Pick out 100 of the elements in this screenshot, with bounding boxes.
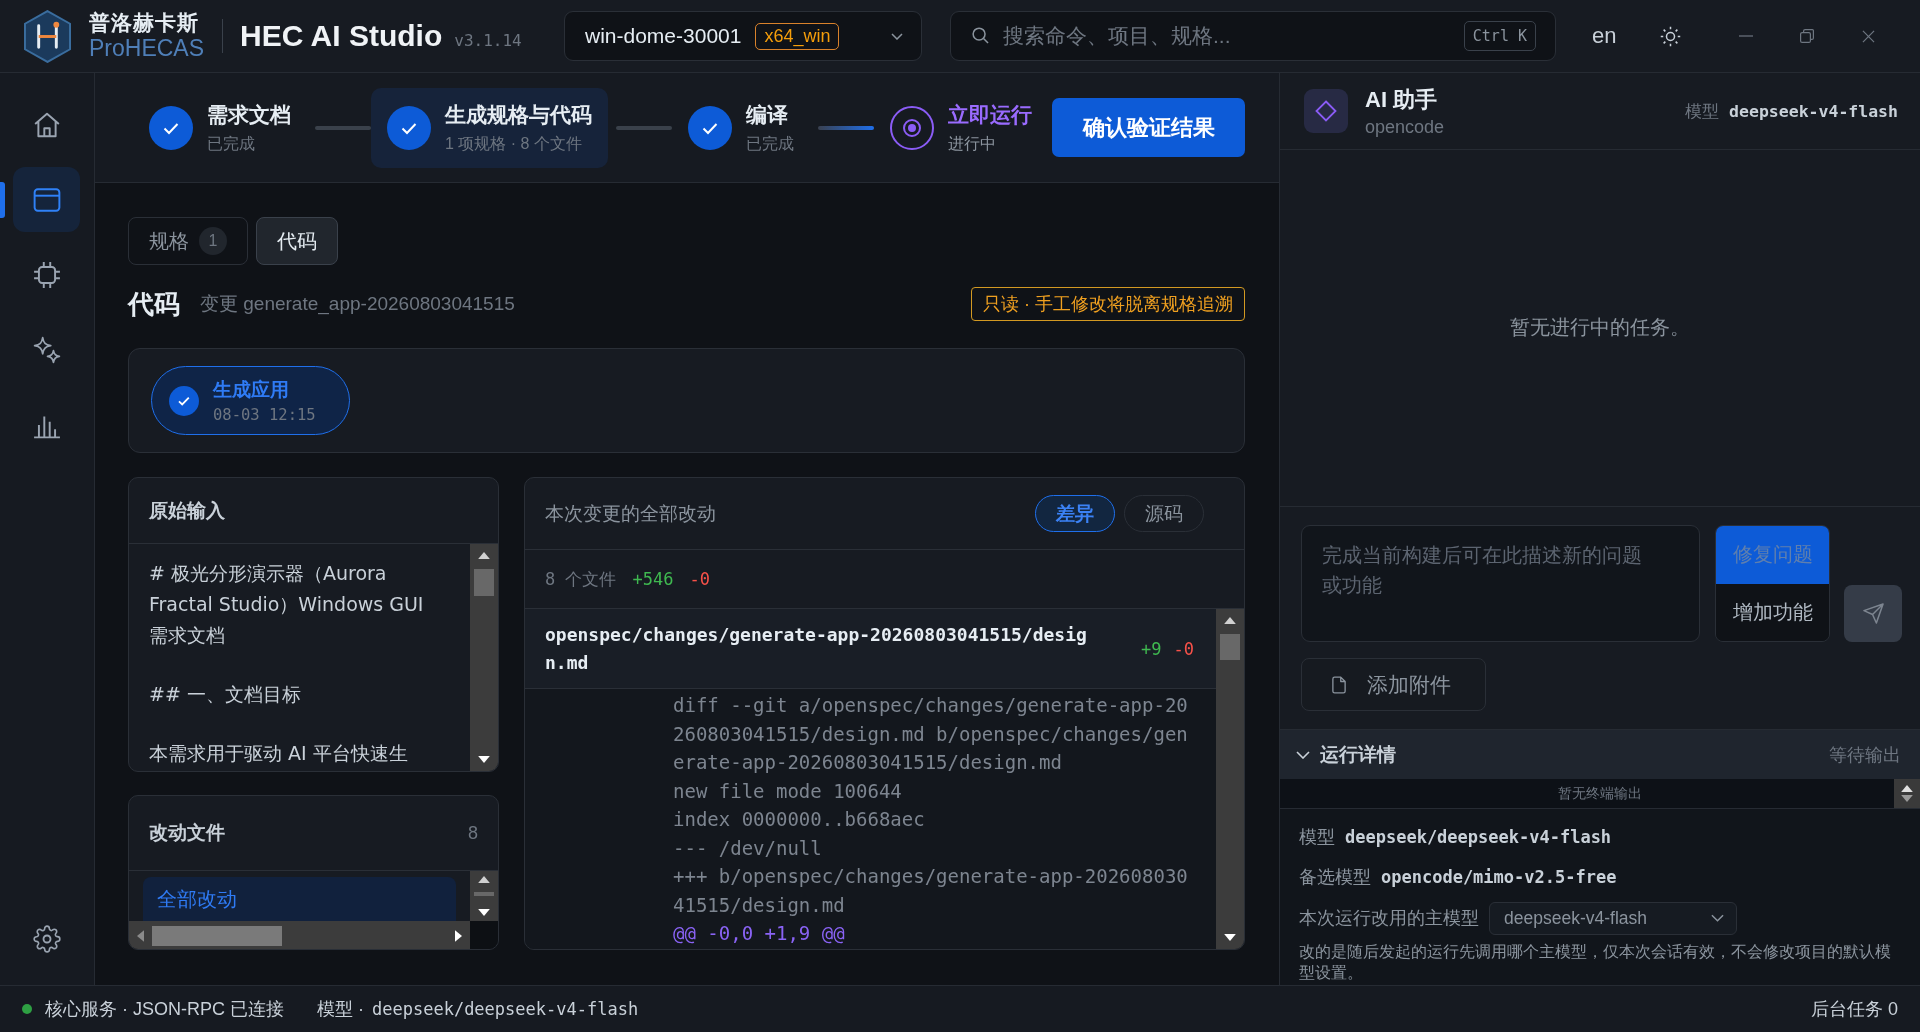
chevron-down-icon: [891, 32, 903, 40]
readonly-badge: 只读 · 手工修改将脱离规格追溯: [971, 287, 1245, 321]
input-text: # 极光分形演示器（Aurora Fractal Studio）Windows GUI 需求文档: [149, 561, 425, 648]
vertical-scrollbar[interactable]: [1894, 779, 1920, 808]
model-name: deepseek/deepseek-v4-flash: [372, 999, 639, 1019]
chevron-down-icon: [1711, 914, 1724, 922]
scrollbar-thumb[interactable]: [152, 925, 282, 946]
info-value: deepseek/deepseek-v4-flash: [1345, 826, 1612, 847]
input-text: ## 一、文档目标: [149, 682, 302, 707]
active-indicator: [0, 181, 5, 218]
search-icon: [972, 27, 989, 44]
terminal-output-field[interactable]: 暂无终端输出: [1280, 779, 1894, 808]
agent-name: opencode: [1365, 116, 1445, 138]
arrow-right-icon[interactable]: [455, 929, 462, 942]
shortcut-key: Ctrl K: [1463, 21, 1536, 51]
view-toggle[interactable]: 差异: [1035, 495, 1115, 532]
model-name: deepseek-v4-flash: [1729, 101, 1898, 121]
scrollbar-thumb[interactable]: [474, 892, 494, 896]
close-icon[interactable]: [1862, 29, 1876, 43]
sun-icon[interactable]: [1660, 25, 1682, 47]
removed-count: -0: [689, 569, 710, 589]
file-path: openspec/changes/generate-app-20260803041515/design.md: [545, 622, 1087, 675]
scrollbar-thumb[interactable]: [1220, 634, 1240, 660]
hint-text: 改的是随后发起的运行先调用哪个主模型，仅本次会话有效，不会修改项目的默认模型设置。: [1299, 942, 1892, 983]
arrow-up-icon[interactable]: [1901, 785, 1913, 792]
tab[interactable]: 规格 1: [128, 217, 248, 265]
sparkle-icon: [32, 335, 61, 364]
brand-name: 普洛赫卡斯: [89, 12, 200, 33]
arrow-down-icon[interactable]: [478, 909, 490, 916]
added-count: +9: [1141, 638, 1162, 659]
chip-icon: [32, 260, 61, 289]
input-text: 本需求用于驱动 AI 平台快速生: [149, 741, 409, 766]
file-count: 8 个文件: [545, 567, 617, 591]
arrow-down-icon[interactable]: [478, 756, 490, 763]
project-selector[interactable]: win-dome-30001 x64_win: [564, 11, 922, 61]
arrow-up-icon[interactable]: [1224, 617, 1236, 624]
arrow-left-icon[interactable]: [137, 929, 144, 942]
horizontal-scrollbar[interactable]: [129, 921, 470, 949]
scrollbar-thumb[interactable]: [474, 569, 494, 596]
vertical-scrollbar[interactable]: [470, 871, 498, 921]
step-item[interactable]: 需求文档 已完成: [133, 87, 307, 168]
confirm-button[interactable]: 确认验证结果: [1052, 98, 1245, 157]
step-status: 已完成: [746, 133, 794, 154]
project-name: win-dome-30001: [585, 24, 742, 48]
file-count: 8: [468, 822, 478, 844]
added-count: +546: [632, 569, 674, 589]
run-chip[interactable]: 生成应用 08-03 12:15: [151, 366, 350, 435]
details-title: 运行详情: [1320, 742, 1396, 767]
details-header[interactable]: 运行详情 等待输出: [1280, 729, 1920, 779]
model-label: 模型 ·: [317, 998, 364, 1021]
info-value: opencode/mimo-v2.5-free: [1381, 866, 1617, 887]
step-item[interactable]: 立即运行 进行中: [874, 87, 1048, 168]
step-title: 立即运行: [948, 101, 1032, 128]
file-list-item[interactable]: 全部改动: [143, 877, 456, 921]
diff-line: --- /dev/null: [673, 835, 823, 861]
panel-title: 原始输入: [149, 498, 225, 523]
vertical-scrollbar[interactable]: [470, 544, 498, 771]
model-select[interactable]: deepseek-v4-flash: [1489, 901, 1737, 935]
step-title: 需求文档: [207, 101, 291, 128]
arrow-up-icon[interactable]: [478, 552, 490, 559]
step-connector: [315, 125, 371, 130]
app-title: HEC AI Studio: [240, 19, 443, 53]
step-title: 生成规格与代码: [445, 101, 592, 128]
step-status: 1 项规格 · 8 个文件: [445, 133, 583, 154]
home-icon: [32, 110, 61, 139]
service-status: 核心服务 · JSON-RPC 已连接: [45, 998, 284, 1021]
hexagon-logo-icon: [24, 9, 71, 63]
attach-button[interactable]: 添加附件: [1301, 658, 1486, 711]
restore-icon[interactable]: [1800, 29, 1815, 43]
info-label: 本次运行改用的主模型: [1299, 907, 1479, 930]
model-label: 模型: [1685, 100, 1720, 123]
step-connector: [818, 125, 874, 130]
diff-line: new file mode 100644: [673, 778, 903, 804]
run-time: 08-03 12:15: [213, 406, 316, 424]
run-title: 生成应用: [213, 378, 289, 402]
tab[interactable]: 代码: [256, 217, 338, 265]
step-title: 编译: [746, 101, 789, 128]
vertical-scrollbar[interactable]: [1216, 609, 1244, 949]
diff-line: +++ b/openspec/changes/generate-app-20260803041515/design.md: [673, 864, 1188, 918]
empty-state-text: 暂无进行中的任务。: [1510, 314, 1690, 340]
settings-icon: [32, 924, 61, 953]
count-badge: 1: [199, 227, 227, 255]
arrow-up-icon[interactable]: [478, 876, 490, 883]
brand-subtitle: ProHECAS: [89, 37, 205, 60]
paper-plane-icon: [1862, 603, 1884, 624]
section-title: 代码: [128, 287, 180, 321]
step-status: 进行中: [948, 133, 997, 154]
mode-button[interactable]: 增加功能: [1716, 583, 1829, 641]
removed-count: -0: [1173, 638, 1194, 659]
platform-badge: x64_win: [755, 22, 840, 50]
arrow-down-icon[interactable]: [1224, 934, 1236, 941]
step-item[interactable]: 生成规格与代码 1 项规格 · 8 个文件: [371, 87, 608, 168]
sidebar-button[interactable]: [13, 167, 80, 232]
task-count: 后台任务 0: [1811, 998, 1898, 1021]
info-label: 模型: [1299, 825, 1335, 849]
prompt-field[interactable]: 完成当前构建后可在此描述新的问题或功能: [1301, 525, 1700, 642]
step-item[interactable]: 编译 已完成: [672, 87, 810, 168]
language-button[interactable]: en: [1592, 23, 1617, 49]
diff-line: @@ -0,0 +1,9 @@: [673, 921, 846, 946]
version-label: v3.1.14: [454, 30, 522, 50]
